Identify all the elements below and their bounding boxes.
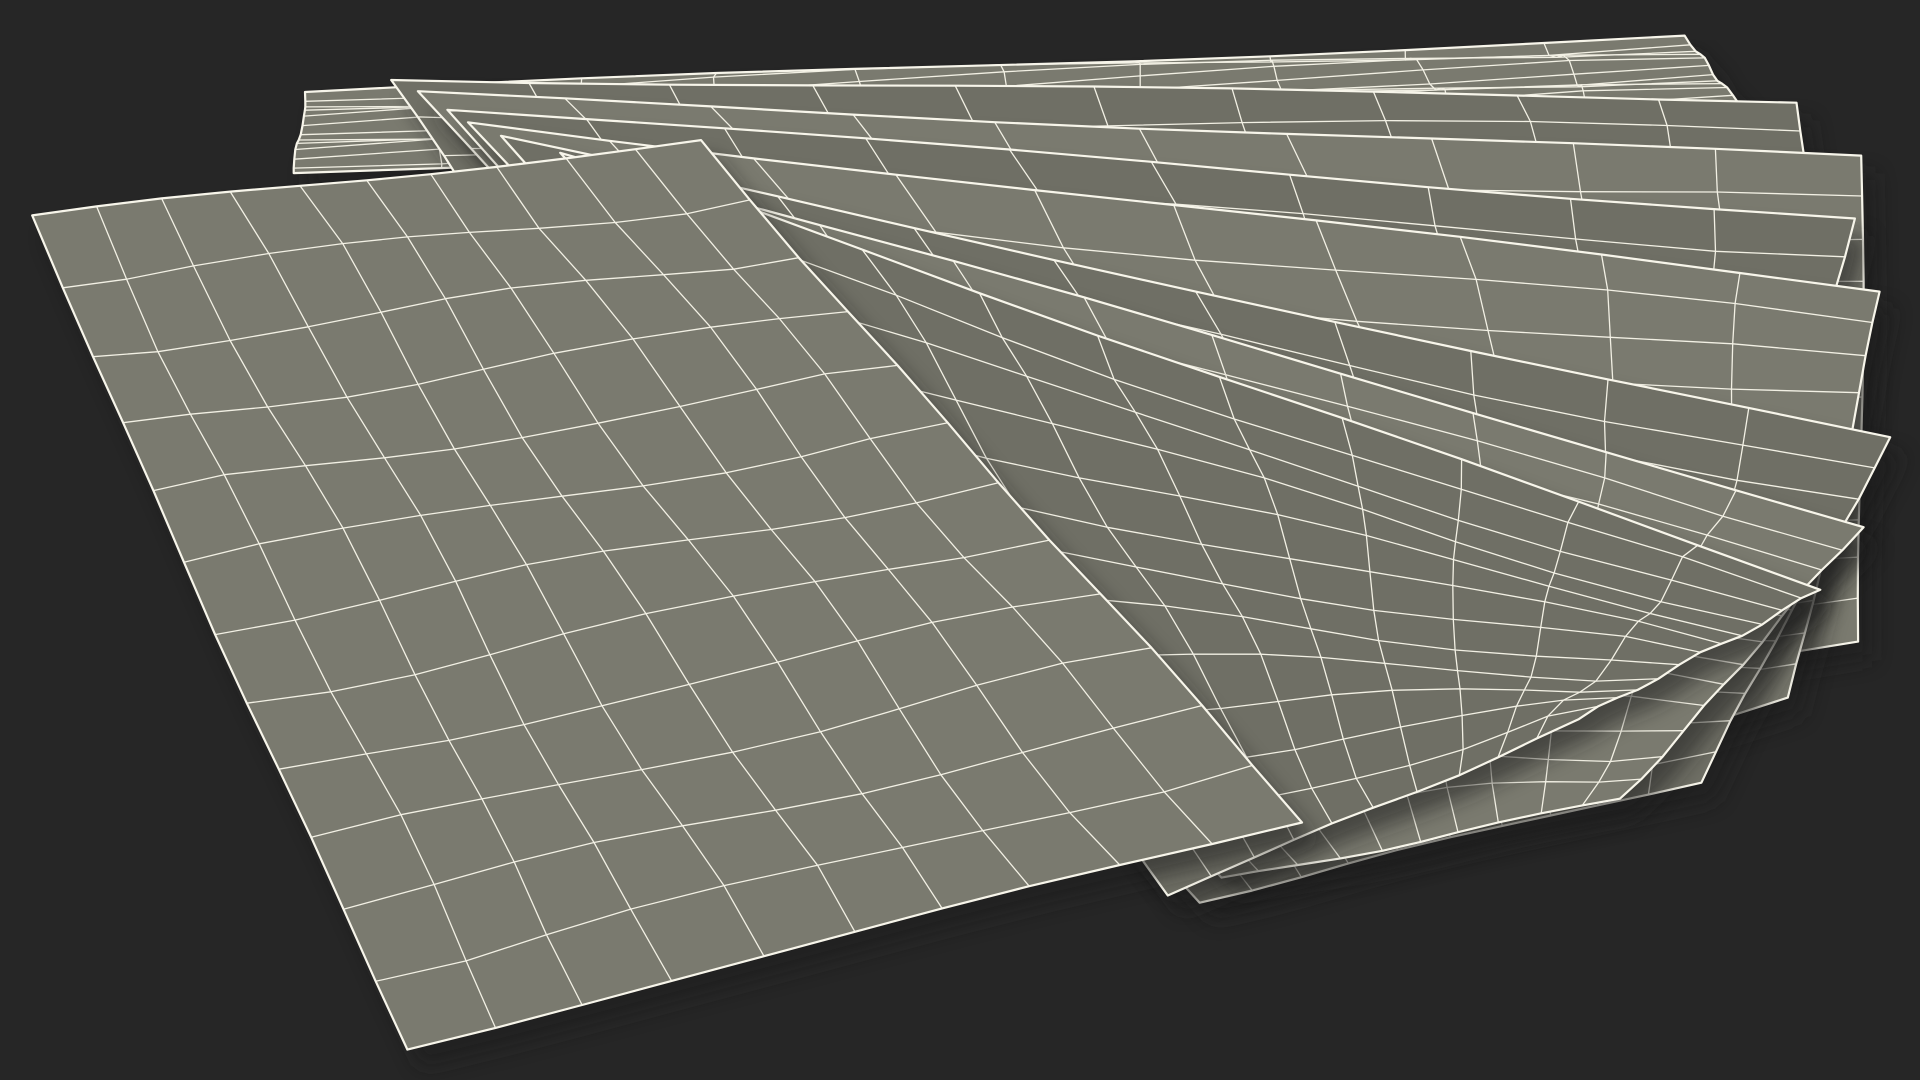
3d-viewport[interactable] <box>0 0 1920 1080</box>
paper-sheet-stack <box>31 34 1905 1068</box>
render-canvas[interactable] <box>0 0 1920 1080</box>
